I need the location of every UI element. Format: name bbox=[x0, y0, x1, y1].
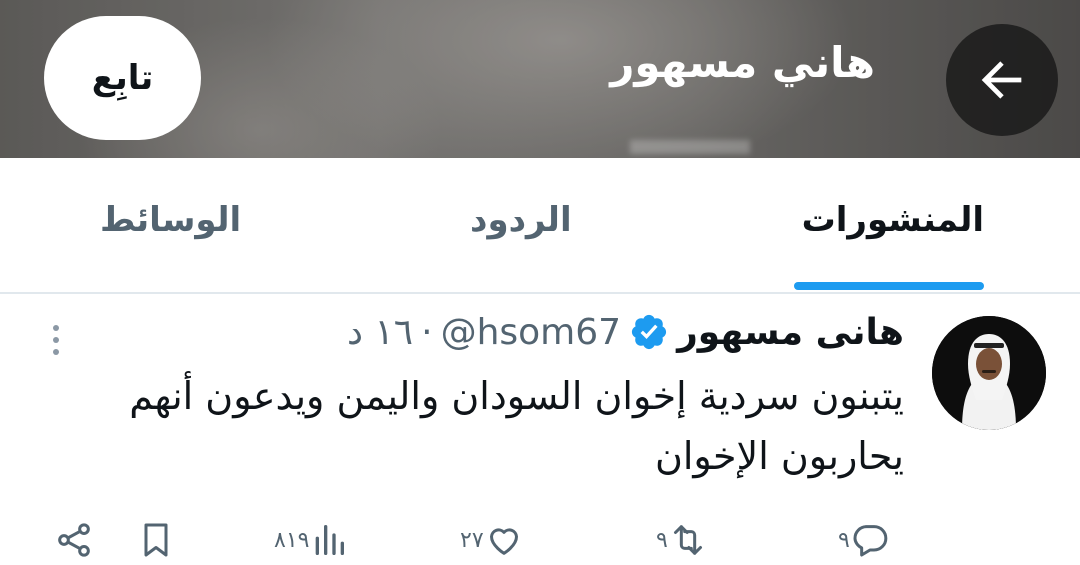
bookmark-icon bbox=[144, 523, 168, 557]
reply-button[interactable]: ٩ bbox=[838, 516, 890, 564]
author-name[interactable]: هانى مسهور bbox=[677, 312, 904, 353]
tab-replies[interactable]: الردود bbox=[470, 200, 572, 240]
tweet-text: يتبنون سردية إخوان السودان واليمن ويدعون… bbox=[64, 366, 904, 486]
follow-button[interactable]: تابِع bbox=[44, 16, 201, 140]
reply-icon bbox=[853, 525, 888, 557]
separator-dot: · bbox=[421, 311, 433, 353]
tweet-timestamp[interactable]: ١٦ د bbox=[347, 312, 413, 353]
views-count: ٨١٩ bbox=[274, 527, 310, 553]
more-options-icon[interactable] bbox=[46, 322, 66, 358]
views-button[interactable]: ٨١٩ bbox=[274, 516, 349, 564]
active-tab-indicator bbox=[794, 282, 984, 290]
back-button[interactable] bbox=[946, 24, 1058, 136]
tweet-header: هانى مسهور @hsom67 · ١٦ د bbox=[347, 308, 904, 356]
bookmark-button[interactable] bbox=[136, 516, 176, 564]
tweet-text-line: يحاربون الإخوان bbox=[654, 434, 904, 478]
profile-header-banner: هاني مسهور تابِع bbox=[0, 0, 1080, 158]
avatar[interactable] bbox=[932, 316, 1046, 430]
views-chart-icon bbox=[316, 525, 345, 555]
retweet-count: ٩ bbox=[656, 527, 668, 553]
author-handle[interactable]: @hsom67 bbox=[441, 312, 621, 353]
retweet-button[interactable]: ٩ bbox=[656, 516, 708, 564]
header-subtitle-blur bbox=[630, 140, 750, 154]
profile-tabs: المنشورات الردود الوسائط bbox=[0, 158, 1080, 294]
share-icon bbox=[58, 523, 90, 557]
tab-media[interactable]: الوسائط bbox=[100, 200, 241, 240]
like-button[interactable]: ٢٧ bbox=[460, 516, 524, 564]
tweet-text-line: يتبنون سردية إخوان السودان واليمن ويدعون… bbox=[129, 374, 904, 418]
reply-count: ٩ bbox=[838, 527, 850, 553]
verified-badge-icon bbox=[631, 314, 667, 350]
share-button[interactable] bbox=[54, 516, 94, 564]
back-arrow-icon bbox=[981, 61, 1022, 99]
tweet-actions: ٩ ٩ ٢٧ ٨١٩ bbox=[0, 516, 1080, 564]
like-count: ٢٧ bbox=[460, 527, 484, 553]
heart-icon bbox=[489, 528, 518, 555]
tab-posts[interactable]: المنشورات bbox=[802, 200, 984, 240]
retweet-icon bbox=[673, 525, 702, 555]
tweet[interactable]: هانى مسهور @hsom67 · ١٦ د يتبنون سردية إ… bbox=[0, 294, 1080, 565]
avatar-image bbox=[932, 316, 1046, 430]
profile-name-title: هاني مسهور bbox=[610, 38, 875, 87]
